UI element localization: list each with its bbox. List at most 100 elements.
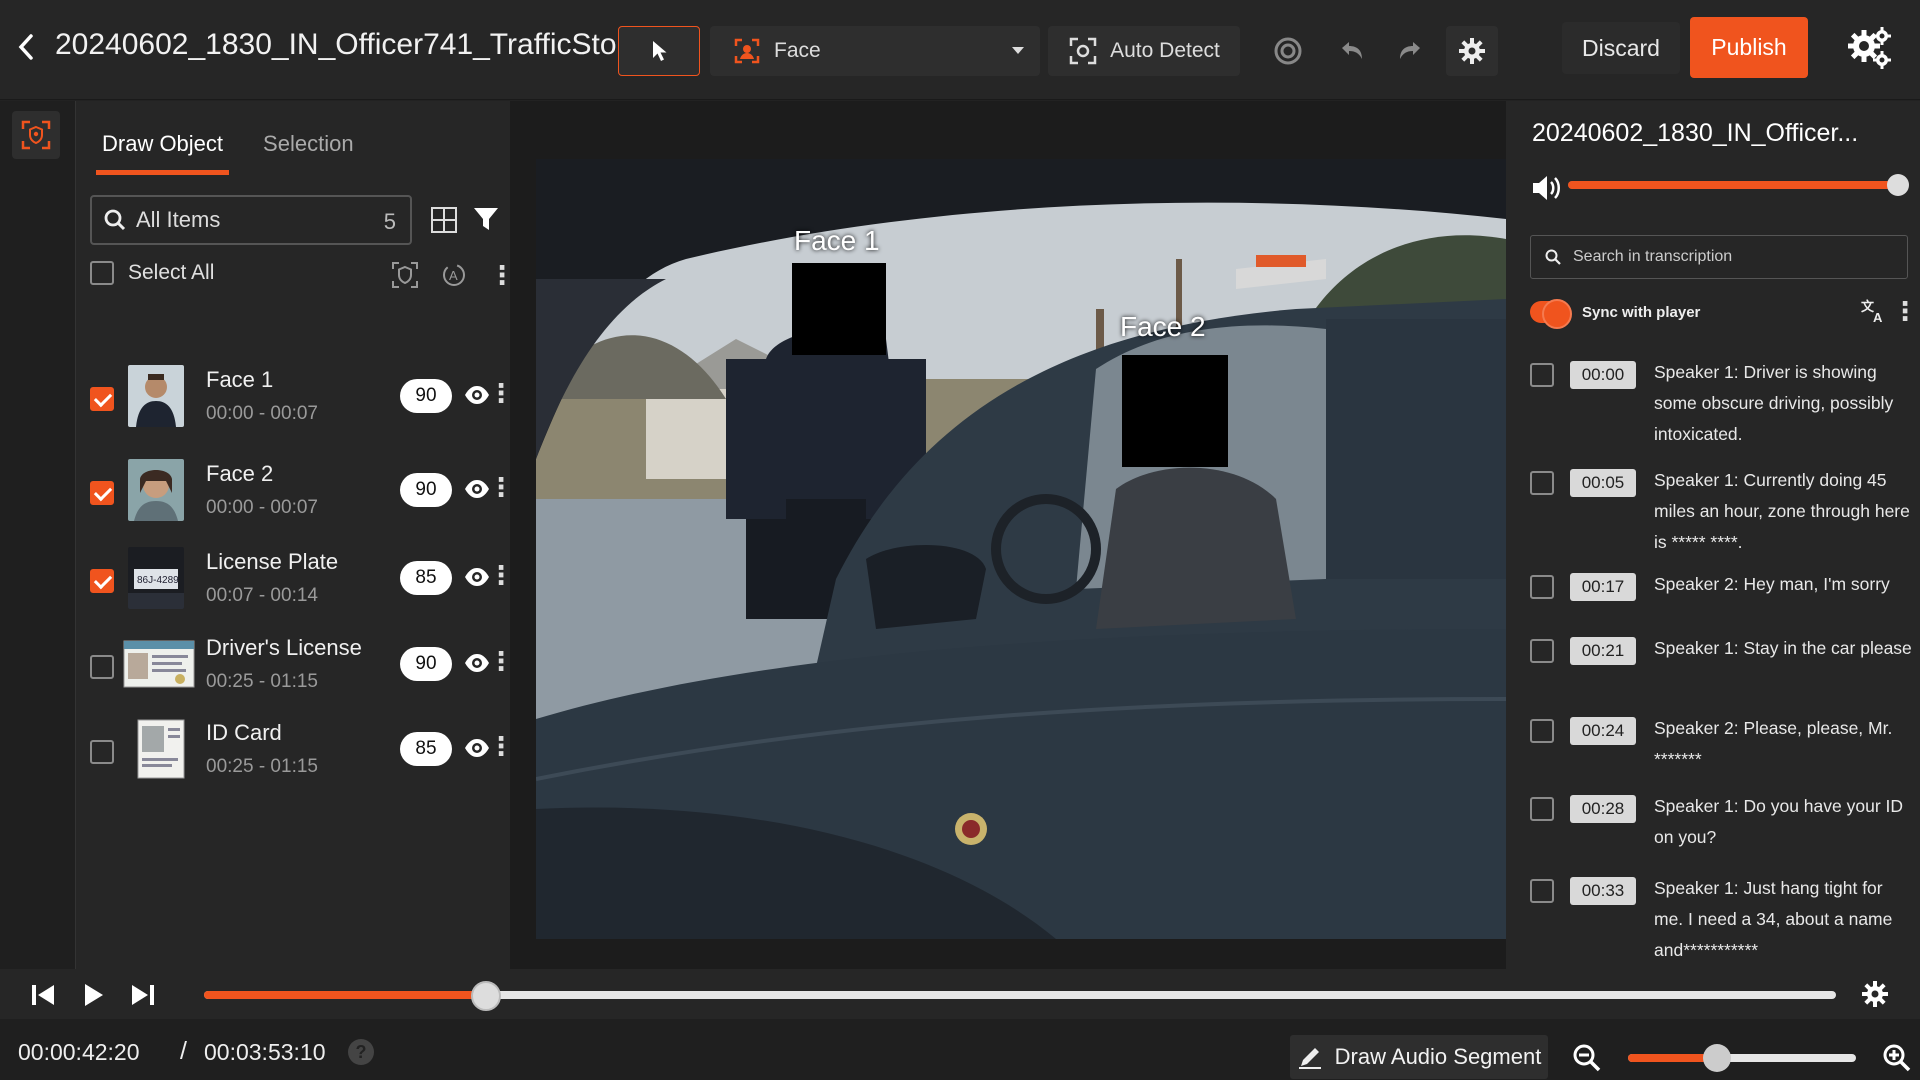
- chevron-down-icon: [1010, 40, 1026, 61]
- undo-button[interactable]: [1328, 26, 1376, 76]
- volume-handle[interactable]: [1887, 174, 1909, 196]
- segment-text: Speaker 1: Driver is showing some obscur…: [1654, 362, 1894, 444]
- segment-timestamp[interactable]: 00:24: [1570, 717, 1636, 745]
- list-item[interactable]: ID Card 00:25 - 01:15 85 ⋮: [90, 712, 514, 792]
- segment-timestamp[interactable]: 00:21: [1570, 637, 1636, 665]
- transcription-search-input[interactable]: Search in transcription: [1530, 235, 1908, 279]
- item-checkbox[interactable]: [90, 740, 114, 764]
- zoom-handle[interactable]: [1702, 1044, 1731, 1072]
- segment-checkbox[interactable]: [1530, 879, 1554, 903]
- select-pointer-button[interactable]: [618, 26, 700, 76]
- id-card-thumbnail: [136, 718, 186, 780]
- detection-type-select[interactable]: Face: [710, 26, 1040, 76]
- transcript-file-title: 20240602_1830_IN_Officer...: [1532, 119, 1859, 147]
- item-checkbox[interactable]: [90, 481, 114, 505]
- eye-icon[interactable]: [464, 567, 490, 587]
- tab-draw-object[interactable]: Draw Object: [96, 119, 230, 175]
- item-more-icon[interactable]: ⋮: [488, 474, 514, 500]
- translate-icon[interactable]: 文A: [1860, 297, 1888, 325]
- volume-slider[interactable]: [1568, 174, 1909, 196]
- confidence-badge: 85: [400, 732, 452, 766]
- eye-icon[interactable]: [464, 738, 490, 758]
- next-frame-icon[interactable]: [128, 981, 158, 1009]
- timeline-scrubber[interactable]: [204, 981, 1836, 1011]
- items-count: 5: [383, 209, 396, 234]
- tab-selection[interactable]: Selection: [257, 119, 360, 175]
- item-more-icon[interactable]: ⋮: [488, 562, 514, 588]
- eye-icon[interactable]: [464, 479, 490, 499]
- face-thumbnail: [128, 459, 184, 521]
- more-options-icon[interactable]: ⋮: [489, 262, 515, 288]
- item-more-icon[interactable]: ⋮: [488, 733, 514, 759]
- detection-type-value: Face: [774, 39, 821, 62]
- segment-timestamp[interactable]: 00:00: [1570, 361, 1636, 389]
- list-item[interactable]: Face 1 00:00 - 00:07 90 ⋮: [90, 359, 514, 439]
- transcript-more-icon[interactable]: ⋮: [1892, 298, 1918, 324]
- previous-frame-icon[interactable]: [28, 981, 58, 1009]
- list-item[interactable]: Face 2 00:00 - 00:07 90 ⋮: [90, 453, 514, 533]
- bottom-bar: 00:00:42:20 / 00:03:53:10 ? Draw Audio S…: [0, 1019, 1920, 1080]
- face-1-label: Face 1: [794, 225, 880, 256]
- segment-timestamp[interactable]: 00:33: [1570, 877, 1636, 905]
- sync-toggle[interactable]: [1530, 299, 1572, 329]
- transcript-panel: 20240602_1830_IN_Officer... Search in tr…: [1506, 101, 1920, 969]
- video-frame[interactable]: Face 1 Face 2: [536, 159, 1506, 939]
- time-separator: /: [180, 1037, 187, 1065]
- scan-icon: [1069, 37, 1097, 65]
- item-checkbox[interactable]: [90, 569, 114, 593]
- segment-checkbox[interactable]: [1530, 471, 1554, 495]
- redaction-tool-button[interactable]: [12, 111, 60, 159]
- select-all-checkbox[interactable]: [90, 261, 114, 285]
- segment-text: Speaker 1: Do you have your ID on you?: [1654, 796, 1904, 847]
- item-time-range: 00:25 - 01:15: [206, 756, 318, 777]
- face-1-redaction-box[interactable]: [792, 263, 886, 355]
- confidence-badge: 90: [400, 379, 452, 413]
- filter-icon[interactable]: [472, 205, 500, 233]
- zoom-slider[interactable]: [1628, 1044, 1856, 1072]
- auto-detect-button[interactable]: Auto Detect: [1048, 26, 1240, 76]
- preferences-gears-icon[interactable]: [1844, 24, 1894, 74]
- item-more-icon[interactable]: ⋮: [488, 648, 514, 674]
- video-canvas-area: Face 1 Face 2: [510, 101, 1506, 969]
- discard-button[interactable]: Discard: [1562, 22, 1680, 74]
- segment-text: Speaker 2: Hey man, I'm sorry: [1654, 574, 1890, 594]
- target-button[interactable]: [1264, 26, 1312, 76]
- volume-icon[interactable]: [1530, 173, 1564, 203]
- items-filter-value: All Items: [136, 207, 221, 232]
- settings-button[interactable]: [1446, 26, 1498, 76]
- items-filter-input[interactable]: All Items 5: [90, 195, 412, 245]
- segment-checkbox[interactable]: [1530, 797, 1554, 821]
- volume-level: [1568, 181, 1898, 189]
- timeline-settings-icon[interactable]: [1860, 979, 1890, 1009]
- segment-checkbox[interactable]: [1530, 639, 1554, 663]
- auto-label-icon[interactable]: A: [441, 262, 467, 288]
- segment-timestamp[interactable]: 00:17: [1570, 573, 1636, 601]
- item-checkbox[interactable]: [90, 655, 114, 679]
- eye-icon[interactable]: [464, 385, 490, 405]
- help-icon[interactable]: ?: [348, 1039, 374, 1065]
- select-all-row[interactable]: Select All: [90, 261, 214, 285]
- segment-checkbox[interactable]: [1530, 363, 1554, 387]
- timeline-playhead[interactable]: [470, 981, 501, 1011]
- auto-detect-label: Auto Detect: [1110, 39, 1220, 62]
- redo-button[interactable]: [1386, 26, 1434, 76]
- play-icon[interactable]: [78, 981, 108, 1009]
- zoom-in-icon[interactable]: [1882, 1043, 1912, 1073]
- sync-label: Sync with player: [1582, 303, 1701, 321]
- back-icon[interactable]: [14, 30, 42, 64]
- list-item[interactable]: Driver's License 00:25 - 01:15 90 ⋮: [90, 627, 514, 707]
- segment-timestamp[interactable]: 00:28: [1570, 795, 1636, 823]
- eye-icon[interactable]: [464, 653, 490, 673]
- draw-audio-segment-button[interactable]: Draw Audio Segment: [1290, 1035, 1548, 1079]
- list-item[interactable]: 86J-4289 License Plate 00:07 - 00:14 85 …: [90, 541, 514, 621]
- grid-view-icon[interactable]: [429, 205, 459, 235]
- segment-checkbox[interactable]: [1530, 575, 1554, 599]
- publish-button[interactable]: Publish: [1690, 17, 1808, 78]
- item-more-icon[interactable]: ⋮: [488, 380, 514, 406]
- segment-checkbox[interactable]: [1530, 719, 1554, 743]
- segment-timestamp[interactable]: 00:05: [1570, 469, 1636, 497]
- face-2-redaction-box[interactable]: [1122, 355, 1228, 467]
- shield-redact-icon[interactable]: [391, 261, 419, 289]
- zoom-out-icon[interactable]: [1572, 1043, 1602, 1073]
- item-checkbox[interactable]: [90, 387, 114, 411]
